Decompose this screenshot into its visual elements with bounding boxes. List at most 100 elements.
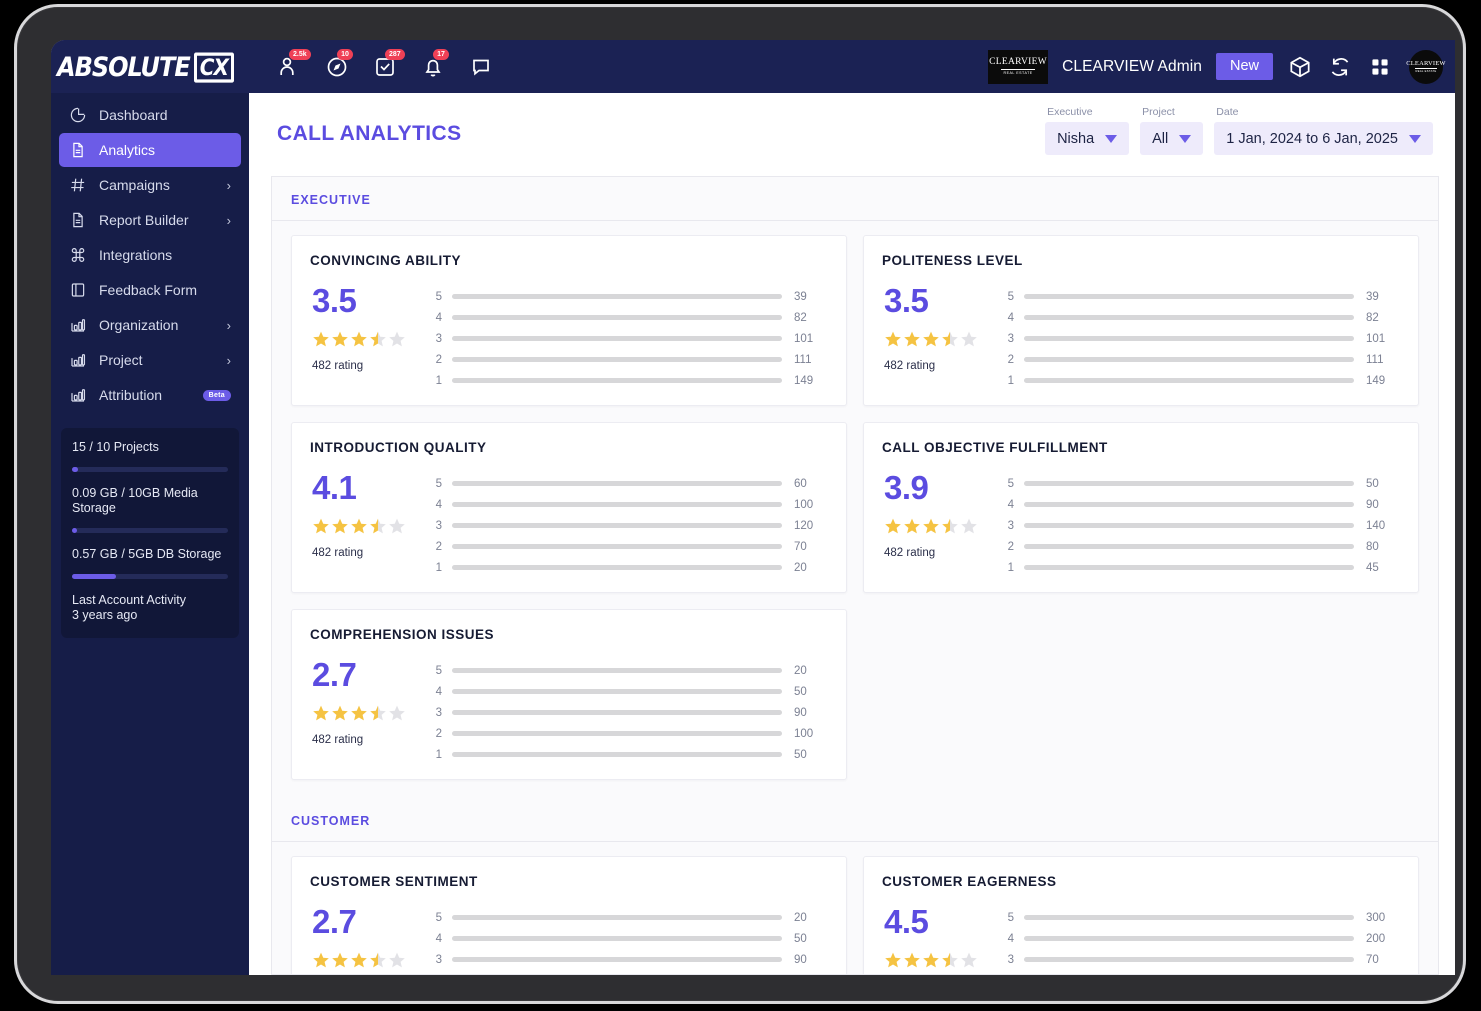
client-logo-name: CLEARVIEW	[989, 56, 1048, 67]
usage-progress-fill	[72, 466, 79, 472]
score-column: 4.1 482 rating	[310, 471, 426, 578]
sidebar-item-organization[interactable]: Organization ›	[59, 308, 241, 342]
metric-card-body: 2.7 482 rating 5 20 4 50 3 90 2 100 1 50	[310, 658, 828, 765]
rating-bar-value: 100	[794, 498, 814, 511]
grid-apps-icon[interactable]	[1367, 54, 1393, 80]
rating-bar-value: 82	[1366, 311, 1379, 324]
bar-chart-icon	[69, 316, 87, 334]
refresh-icon[interactable]	[1327, 54, 1353, 80]
rating-bar-track	[1024, 502, 1354, 507]
sidebar-item-feedback-form[interactable]: Feedback Form	[59, 273, 241, 307]
rating-bar-track	[452, 752, 782, 757]
star-rating	[312, 330, 426, 348]
sidebar-item-attribution[interactable]: Attribution Beta	[59, 378, 241, 412]
tasks-icon[interactable]: 287	[373, 48, 405, 79]
client-logo-rule	[1001, 68, 1036, 70]
filter-label: Executive	[1047, 106, 1093, 118]
rating-bar-row: 1 45	[998, 557, 1400, 578]
rating-bar-track	[1024, 936, 1354, 941]
contacts-icon[interactable]: 2.5k	[277, 48, 311, 79]
integration-icon	[69, 246, 87, 264]
score-column: 2.7482 rating	[310, 903, 426, 974]
rating-bar-label: 2	[435, 353, 442, 366]
bell-icon[interactable]: 17	[421, 48, 449, 79]
rating-bar-value: 20	[794, 911, 807, 924]
rating-bar-row: 5 50	[998, 473, 1400, 494]
filter-project: Project All	[1140, 106, 1204, 155]
metric-card: CALL OBJECTIVE FULFILLMENT 3.9 482 rating 5…	[863, 422, 1419, 593]
star-rating	[312, 704, 426, 722]
rating-bar-label: 4	[435, 498, 442, 511]
rating-bar-track	[1024, 336, 1354, 341]
chevron-right-icon: ›	[226, 317, 231, 333]
metric-card-body: 4.1 482 rating 5 60 4 100 3 120 2 70 1 20	[310, 471, 828, 578]
metric-card-body: 2.7482 rating 5 20 4 50 3 90 2 100	[310, 903, 828, 976]
rating-bar-row: 2 70	[426, 536, 828, 557]
sidebar-item-label: Integrations	[99, 247, 173, 263]
beta-badge: Beta	[202, 389, 231, 401]
rating-bar-row: 3 120	[426, 515, 828, 536]
usage-label: 0.09 GB / 10GB Media Storage	[72, 485, 198, 516]
filter-value: All	[1152, 130, 1169, 147]
rating-bar-label: 3	[435, 706, 442, 719]
filter-label: Date	[1216, 106, 1239, 118]
rating-bar-row: 5 39	[998, 286, 1400, 307]
rating-bar-label: 1	[1007, 561, 1014, 574]
chat-icon[interactable]	[469, 55, 493, 79]
page-header: CALL ANALYTICS Executive Nisha Project All D…	[249, 93, 1455, 176]
star-rating	[312, 951, 426, 969]
rating-bar-track	[452, 544, 782, 549]
rating-bar-track	[452, 315, 782, 320]
filter-select-executive[interactable]: Nisha	[1045, 122, 1130, 155]
sidebar-item-campaigns[interactable]: Campaigns ›	[59, 168, 241, 202]
filter-select-project[interactable]: All	[1140, 122, 1204, 155]
metric-card-body: 3.5 482 rating 5 39 4 82 3 101 2 111 1 149	[310, 284, 828, 391]
rating-bar-track	[452, 668, 782, 673]
rating-bar-track	[452, 502, 782, 507]
rating-bar-label: 3	[1007, 332, 1014, 345]
rating-bar-track	[452, 357, 782, 362]
rating-bar-value: 100	[794, 975, 828, 976]
analytics-scroll-area[interactable]: EXECUTIVE CONVINCING ABILITY 3.5 482 rating…	[271, 176, 1439, 975]
rating-bar-row: 1 20	[426, 557, 828, 578]
rating-bar-row: 1 50	[426, 744, 828, 765]
bell-badge: 17	[433, 48, 449, 60]
rating-distribution-bars: 5 20 4 50 3 90 2 100	[426, 905, 828, 976]
rating-bar-value: 80	[1366, 540, 1379, 553]
brand-logo[interactable]: ABSOLUTE CX	[51, 40, 249, 93]
sidebar-item-analytics[interactable]: Analytics	[59, 133, 241, 167]
filter-label: Project	[1142, 106, 1175, 118]
document-icon	[69, 211, 87, 229]
new-button[interactable]: New	[1215, 53, 1273, 80]
compass-icon[interactable]: 10	[325, 48, 353, 79]
rating-bar-value: 20	[794, 664, 807, 677]
rating-bar-row: 4 90	[998, 494, 1400, 515]
filter-executive: Executive Nisha	[1045, 106, 1130, 155]
metric-card-title: CUSTOMER EAGERNESS	[882, 874, 1057, 889]
rating-bar-track	[1024, 378, 1354, 383]
sidebar-item-project[interactable]: Project ›	[59, 343, 241, 377]
sidebar-item-dashboard[interactable]: Dashboard	[59, 98, 241, 132]
rating-bar-track	[1024, 957, 1354, 962]
avatar[interactable]: CLEARVIEW REAL ESTATE	[1406, 47, 1446, 86]
rating-bar-value: 111	[794, 353, 812, 366]
rating-count: 482 rating	[312, 547, 364, 559]
page-title: CALL ANALYTICS	[277, 122, 462, 145]
metric-card: INTRODUCTION QUALITY 4.1 482 rating 5 60 4 100…	[291, 422, 847, 593]
sidebar-item-integrations[interactable]: Integrations	[59, 238, 241, 272]
rating-count: 482 rating	[312, 360, 364, 372]
average-score: 2.7	[312, 903, 357, 940]
navbar-right-group: CLEARVIEW REAL ESTATE CLEARVIEW Admin Ne…	[988, 47, 1455, 86]
rating-bar-row: 4 50	[426, 928, 828, 949]
filter-bar: Executive Nisha Project All Date 1 Jan, 2024 …	[1045, 106, 1433, 155]
card-grid: CUSTOMER SENTIMENT 2.7482 rating 5 20 4 50 3 90…	[272, 842, 1438, 976]
rating-bar-row: 4 82	[426, 307, 828, 328]
filter-select-date[interactable]: 1 Jan, 2024 to 6 Jan, 2025	[1214, 122, 1433, 155]
rating-bar-label: 3	[1007, 953, 1014, 966]
rating-bar-value: 300	[1366, 911, 1386, 924]
metric-card: POLITENESS LEVEL 3.5 482 rating 5 39 4 82 3 101 2…	[863, 235, 1419, 406]
sidebar-item-report-builder[interactable]: Report Builder ›	[59, 203, 241, 237]
rating-bar-value: 20	[794, 561, 807, 574]
package-icon[interactable]	[1287, 54, 1313, 80]
rating-bar-row: 2 111	[998, 349, 1400, 370]
